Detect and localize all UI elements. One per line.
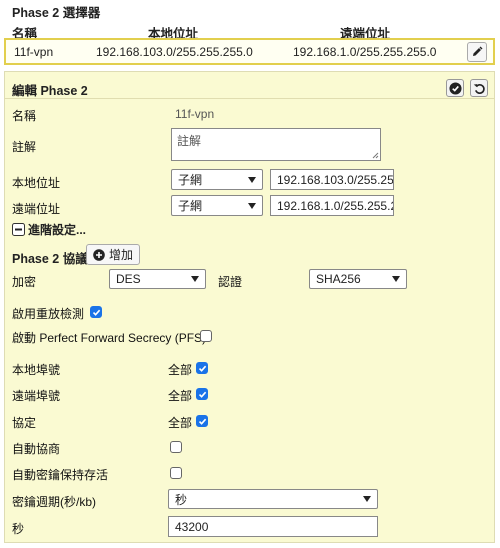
encryption-value: DES: [116, 272, 141, 286]
remote-port-all-checkbox[interactable]: [196, 388, 208, 400]
selector-title: Phase 2 選擇器: [12, 6, 101, 20]
panel-title: 編輯 Phase 2: [12, 84, 88, 98]
phase2-selector-row[interactable]: 11f-vpn 192.168.103.0/255.255.255.0 192.…: [4, 38, 495, 65]
local-address-type-select[interactable]: 子網: [171, 169, 263, 190]
local-type-value: 子網: [178, 173, 203, 187]
edit-button[interactable]: [467, 42, 487, 62]
pencil-icon: [473, 46, 483, 56]
name-label: 名稱: [12, 109, 37, 123]
undo-button[interactable]: [470, 79, 488, 97]
checkmark-icon: [198, 391, 206, 398]
checkmark-icon: [198, 365, 206, 372]
encryption-label: 加密: [12, 275, 37, 289]
encryption-select[interactable]: DES: [109, 269, 206, 289]
resize-grip-icon[interactable]: [372, 152, 379, 159]
undo-icon: [473, 83, 485, 94]
remote-port-all-label: 全部: [168, 389, 193, 403]
chevron-down-icon: [248, 176, 256, 183]
authentication-select[interactable]: SHA256: [309, 269, 407, 289]
check-circle-icon: [448, 81, 462, 95]
collapse-minus-icon: [12, 223, 25, 236]
row-remote-address: 192.168.1.0/255.255.255.0: [293, 45, 437, 59]
replay-detection-checkbox[interactable]: [90, 306, 102, 318]
chevron-down-icon: [191, 276, 199, 282]
local-address-input[interactable]: 192.168.103.0/255.255.: [270, 169, 394, 190]
save-button[interactable]: [446, 79, 464, 97]
chevron-down-icon: [392, 276, 400, 282]
autokey-keepalive-label: 自動密鑰保持存活: [12, 468, 109, 482]
protocol-label: 協定: [12, 416, 37, 430]
autokey-keepalive-checkbox[interactable]: [170, 467, 182, 479]
key-lifetime-unit: 秒: [175, 492, 188, 507]
remote-address-input[interactable]: 192.168.1.0/255.255.25: [270, 195, 394, 216]
comment-label: 註解: [12, 140, 37, 154]
seconds-input[interactable]: 43200: [168, 516, 378, 537]
pfs-label: 啟動 Perfect Forward Secrecy (PFS): [12, 331, 207, 345]
authentication-label: 認證: [218, 275, 243, 289]
key-lifetime-label: 密鑰週期(秒/kb): [12, 495, 97, 509]
authentication-value: SHA256: [316, 272, 361, 286]
local-port-all-label: 全部: [168, 363, 193, 377]
remote-address-label: 遠端位址: [12, 202, 61, 216]
pfs-checkbox[interactable]: [200, 330, 212, 342]
checkmark-icon: [198, 418, 206, 425]
checkmark-icon: [92, 309, 100, 316]
proposal-title: Phase 2 協議: [12, 252, 88, 266]
name-value: 11f-vpn: [175, 107, 215, 121]
auto-negotiate-label: 自動協商: [12, 442, 61, 456]
advanced-settings-label: 進階設定...: [28, 223, 87, 237]
local-port-label: 本地埠號: [12, 363, 61, 377]
advanced-settings-toggle[interactable]: 進階設定...: [12, 221, 86, 238]
remote-address-type-select[interactable]: 子網: [171, 195, 263, 216]
plus-circle-icon: [93, 248, 105, 261]
row-name: 11f-vpn: [14, 45, 54, 59]
remote-type-value: 子網: [178, 199, 203, 213]
local-port-all-checkbox[interactable]: [196, 362, 208, 374]
add-label: 增加: [109, 248, 134, 262]
key-lifetime-select[interactable]: 秒: [168, 489, 378, 509]
chevron-down-icon: [248, 202, 256, 209]
replay-detection-label: 啟用重放檢測: [12, 307, 85, 321]
comment-placeholder: 註解: [177, 134, 202, 148]
auto-negotiate-checkbox[interactable]: [170, 441, 182, 453]
local-address-label: 本地位址: [12, 176, 61, 190]
comment-field[interactable]: 註解: [171, 128, 381, 161]
chevron-down-icon: [363, 496, 371, 502]
protocol-all-checkbox[interactable]: [196, 415, 208, 427]
row-local-address: 192.168.103.0/255.255.255.0: [96, 45, 253, 59]
seconds-label: 秒: [12, 522, 25, 536]
remote-port-label: 遠端埠號: [12, 389, 61, 403]
add-proposal-button[interactable]: 增加: [86, 244, 141, 265]
protocol-all-label: 全部: [168, 416, 193, 430]
